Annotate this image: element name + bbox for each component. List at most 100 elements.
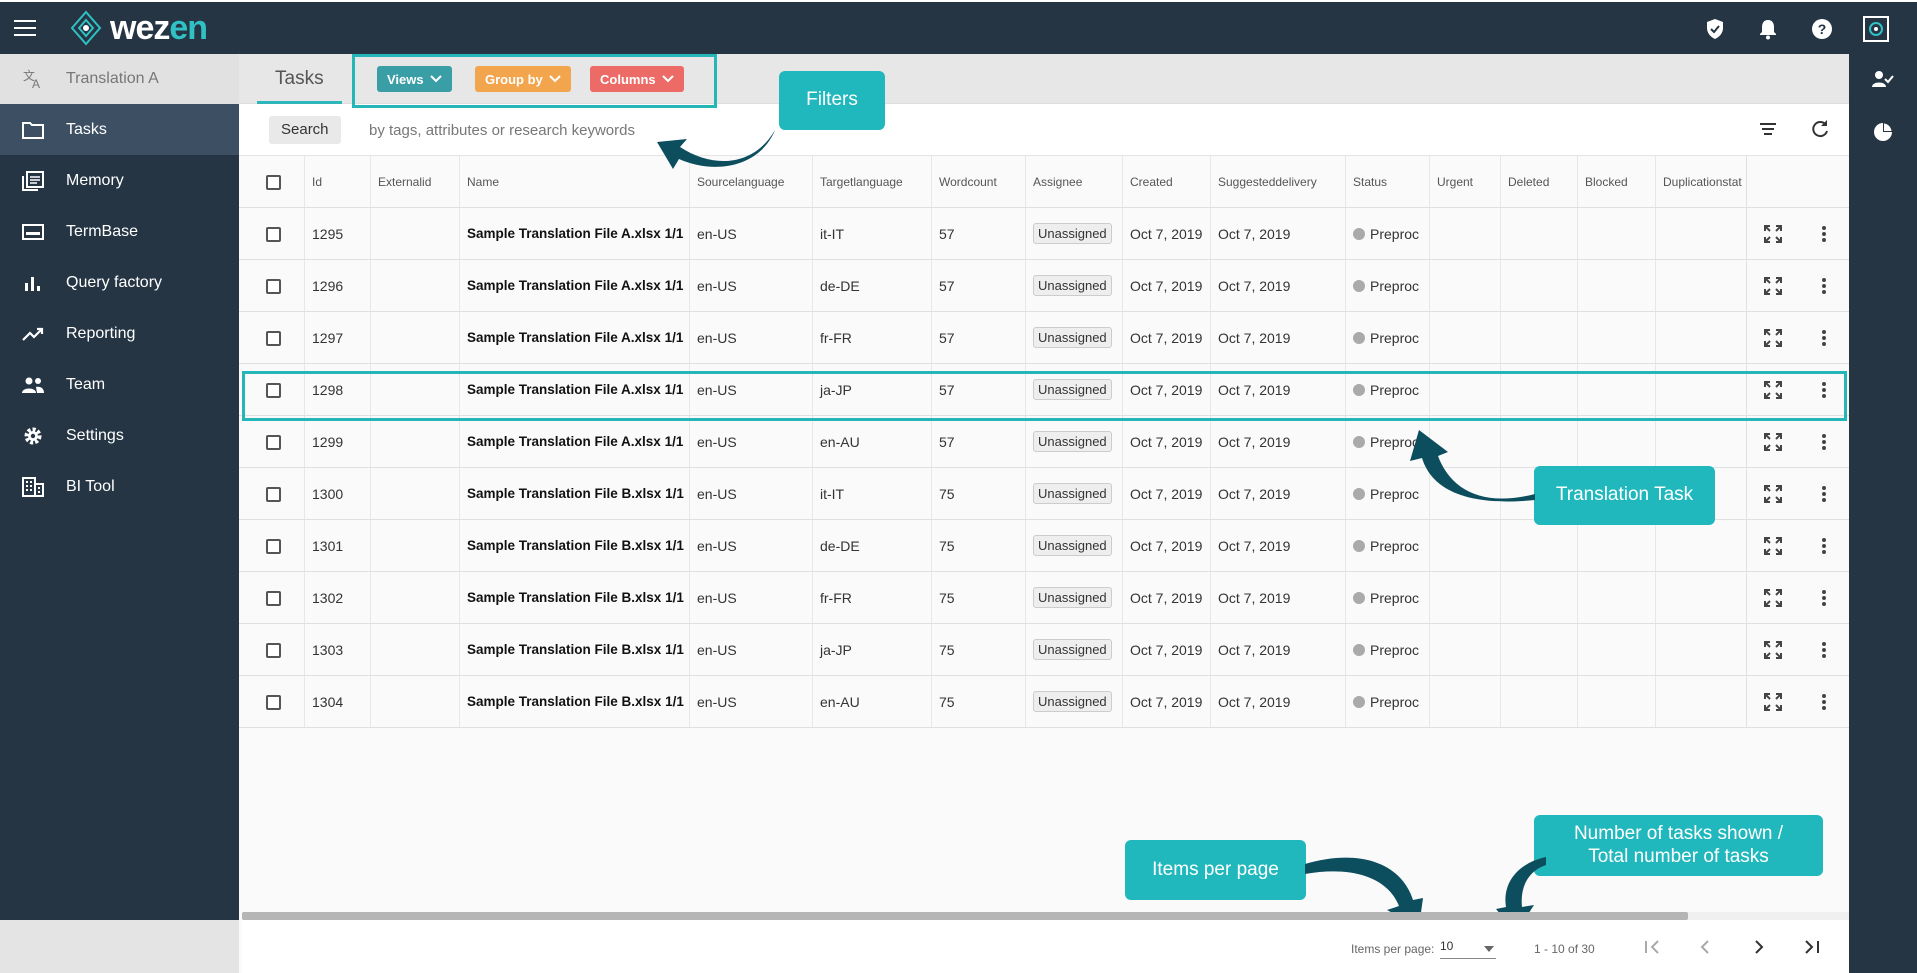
header-duplicationstat[interactable]: Duplicationstat xyxy=(1655,156,1746,207)
more-vert-icon[interactable] xyxy=(1798,485,1849,503)
expand-icon[interactable] xyxy=(1747,224,1798,243)
items-per-page-select[interactable]: 10 xyxy=(1440,939,1496,959)
assignee-chip[interactable]: Unassigned xyxy=(1033,223,1112,244)
refresh-icon[interactable] xyxy=(1810,119,1830,139)
row-checkbox[interactable] xyxy=(266,279,281,294)
table-row[interactable]: 1302 Sample Translation File B.xlsx 1/1 … xyxy=(239,572,1849,624)
header-suggesteddelivery[interactable]: Suggesteddelivery xyxy=(1210,156,1345,207)
table-row[interactable]: 1301 Sample Translation File B.xlsx 1/1 … xyxy=(239,520,1849,572)
more-vert-icon[interactable] xyxy=(1798,381,1849,399)
header-deleted[interactable]: Deleted xyxy=(1500,156,1577,207)
network-grid-icon[interactable] xyxy=(1863,16,1889,42)
user-check-icon[interactable] xyxy=(1872,70,1894,88)
assignee-chip[interactable]: Unassigned xyxy=(1033,587,1112,608)
more-vert-icon[interactable] xyxy=(1798,693,1849,711)
more-vert-icon[interactable] xyxy=(1798,329,1849,347)
more-vert-icon[interactable] xyxy=(1798,641,1849,659)
bell-icon[interactable] xyxy=(1756,17,1780,41)
sidebar-item-termbase[interactable]: TermBase xyxy=(0,206,239,257)
sidebar-item-query-factory[interactable]: Query factory xyxy=(0,257,239,308)
next-page-button[interactable] xyxy=(1744,934,1774,960)
cell-name[interactable]: Sample Translation File A.xlsx 1/1 xyxy=(459,208,689,259)
assignee-chip[interactable]: Unassigned xyxy=(1033,275,1112,296)
header-externalid[interactable]: Externalid xyxy=(370,156,459,207)
header-assignee[interactable]: Assignee xyxy=(1025,156,1122,207)
expand-icon[interactable] xyxy=(1747,432,1798,451)
row-checkbox[interactable] xyxy=(266,591,281,606)
header-id[interactable]: Id xyxy=(304,156,370,207)
cell-name[interactable]: Sample Translation File A.xlsx 1/1 xyxy=(459,312,689,363)
select-all-checkbox[interactable] xyxy=(266,175,281,190)
sort-lines-icon[interactable] xyxy=(1759,122,1777,136)
header-status[interactable]: Status xyxy=(1345,156,1429,207)
sidebar-app-selector[interactable]: 文A Translation A xyxy=(0,54,239,104)
cell-name[interactable]: Sample Translation File B.xlsx 1/1 xyxy=(459,468,689,519)
cell-name[interactable]: Sample Translation File B.xlsx 1/1 xyxy=(459,520,689,571)
table-row[interactable]: 1295 Sample Translation File A.xlsx 1/1 … xyxy=(239,208,1849,260)
cell-name[interactable]: Sample Translation File B.xlsx 1/1 xyxy=(459,624,689,675)
assignee-chip[interactable]: Unassigned xyxy=(1033,431,1112,452)
cell-assignee[interactable]: Unassigned xyxy=(1025,468,1122,519)
expand-icon[interactable] xyxy=(1747,276,1798,295)
cell-name[interactable]: Sample Translation File B.xlsx 1/1 xyxy=(459,676,689,727)
more-vert-icon[interactable] xyxy=(1798,537,1849,555)
more-vert-icon[interactable] xyxy=(1798,589,1849,607)
cell-assignee[interactable]: Unassigned xyxy=(1025,624,1122,675)
assignee-chip[interactable]: Unassigned xyxy=(1033,327,1112,348)
table-row[interactable]: 1298 Sample Translation File A.xlsx 1/1 … xyxy=(239,364,1849,416)
table-row[interactable]: 1296 Sample Translation File A.xlsx 1/1 … xyxy=(239,260,1849,312)
sidebar-item-tasks[interactable]: Tasks xyxy=(0,104,239,155)
header-created[interactable]: Created xyxy=(1122,156,1210,207)
sidebar-item-settings[interactable]: Settings xyxy=(0,410,239,461)
horizontal-scrollbar[interactable] xyxy=(242,912,1849,920)
last-page-button[interactable] xyxy=(1797,934,1827,960)
cell-assignee[interactable]: Unassigned xyxy=(1025,364,1122,415)
expand-icon[interactable] xyxy=(1747,640,1798,659)
expand-icon[interactable] xyxy=(1747,484,1798,503)
row-checkbox[interactable] xyxy=(266,383,281,398)
sidebar-item-team[interactable]: Team xyxy=(0,359,239,410)
cell-name[interactable]: Sample Translation File B.xlsx 1/1 xyxy=(459,572,689,623)
row-checkbox[interactable] xyxy=(266,539,281,554)
table-row[interactable]: 1304 Sample Translation File B.xlsx 1/1 … xyxy=(239,676,1849,728)
assignee-chip[interactable]: Unassigned xyxy=(1033,691,1112,712)
header-wordcount[interactable]: Wordcount xyxy=(931,156,1025,207)
expand-icon[interactable] xyxy=(1747,328,1798,347)
table-row[interactable]: 1299 Sample Translation File A.xlsx 1/1 … xyxy=(239,416,1849,468)
sidebar-item-memory[interactable]: Memory xyxy=(0,155,239,206)
header-urgent[interactable]: Urgent xyxy=(1429,156,1500,207)
columns-dropdown[interactable]: Columns xyxy=(590,66,684,92)
cell-assignee[interactable]: Unassigned xyxy=(1025,520,1122,571)
cell-name[interactable]: Sample Translation File A.xlsx 1/1 xyxy=(459,416,689,467)
assignee-chip[interactable]: Unassigned xyxy=(1033,639,1112,660)
assignee-chip[interactable]: Unassigned xyxy=(1033,483,1112,504)
assignee-chip[interactable]: Unassigned xyxy=(1033,379,1112,400)
cell-assignee[interactable]: Unassigned xyxy=(1025,572,1122,623)
cell-assignee[interactable]: Unassigned xyxy=(1025,312,1122,363)
menu-icon[interactable] xyxy=(14,20,36,36)
tab-tasks[interactable]: Tasks xyxy=(257,54,342,104)
pie-chart-icon[interactable] xyxy=(1873,122,1893,142)
sidebar-item-bi-tool[interactable]: BI Tool xyxy=(0,461,239,512)
search-button[interactable]: Search xyxy=(269,116,341,144)
help-icon[interactable]: ? xyxy=(1810,17,1834,41)
prev-page-button[interactable] xyxy=(1690,934,1720,960)
expand-icon[interactable] xyxy=(1747,536,1798,555)
cell-assignee[interactable]: Unassigned xyxy=(1025,416,1122,467)
first-page-button[interactable] xyxy=(1637,934,1667,960)
cell-name[interactable]: Sample Translation File A.xlsx 1/1 xyxy=(459,260,689,311)
cell-assignee[interactable]: Unassigned xyxy=(1025,676,1122,727)
header-targetlanguage[interactable]: Targetlanguage xyxy=(812,156,931,207)
sidebar-item-reporting[interactable]: Reporting xyxy=(0,308,239,359)
row-checkbox[interactable] xyxy=(266,331,281,346)
expand-icon[interactable] xyxy=(1747,588,1798,607)
cell-name[interactable]: Sample Translation File A.xlsx 1/1 xyxy=(459,364,689,415)
table-row[interactable]: 1303 Sample Translation File B.xlsx 1/1 … xyxy=(239,624,1849,676)
scrollbar-thumb[interactable] xyxy=(242,912,1688,920)
row-checkbox[interactable] xyxy=(266,695,281,710)
table-row[interactable]: 1297 Sample Translation File A.xlsx 1/1 … xyxy=(239,312,1849,364)
row-checkbox[interactable] xyxy=(266,435,281,450)
more-vert-icon[interactable] xyxy=(1798,225,1849,243)
more-vert-icon[interactable] xyxy=(1798,277,1849,295)
assignee-chip[interactable]: Unassigned xyxy=(1033,535,1112,556)
